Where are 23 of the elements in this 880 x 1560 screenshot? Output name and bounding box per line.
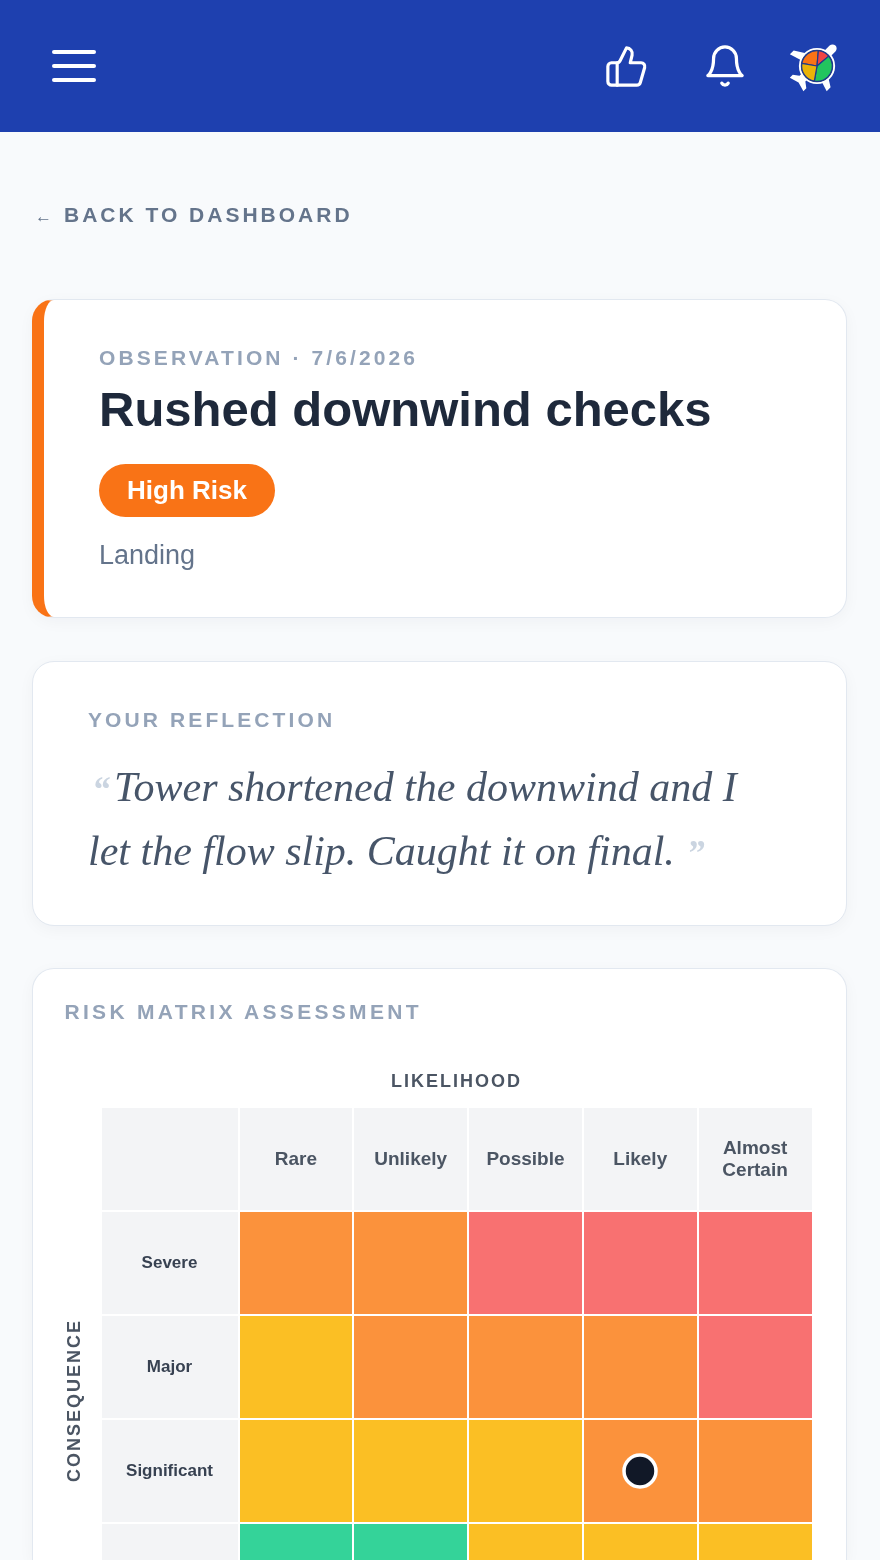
category-label: Landing xyxy=(99,539,196,571)
column-header: Likely xyxy=(583,1108,697,1210)
arrow-left-icon: ← xyxy=(35,205,52,229)
reflection-quote: “Tower shortened the downwind and I let the flow slip. Caught it on final. ” xyxy=(88,763,740,876)
thumbs-up-icon[interactable] xyxy=(606,45,647,87)
column-header: Possible xyxy=(469,1108,582,1210)
section-heading: RISK MATRIX ASSESSMENT xyxy=(64,1000,423,1024)
column-header: Almost Certain xyxy=(698,1108,812,1210)
column-header: Unlikely xyxy=(354,1108,468,1210)
row-header: Severe xyxy=(101,1212,238,1314)
row-header: Major xyxy=(101,1316,238,1418)
back-link[interactable]: ← BACK TO DASHBOARD xyxy=(35,203,353,229)
observation-title: Rushed downwind checks xyxy=(99,381,712,438)
column-header: Rare xyxy=(239,1108,353,1210)
bell-icon[interactable] xyxy=(705,45,745,87)
axis-label: CONSEQUENCE xyxy=(62,1319,85,1483)
row-header: Significant xyxy=(101,1420,238,1522)
observation-meta: OBSERVATION · 7/6/2026 xyxy=(99,346,419,370)
marker-dot-icon xyxy=(622,1453,659,1489)
section-heading: YOUR REFLECTION xyxy=(88,708,337,732)
risk-badge: High Risk xyxy=(99,464,275,517)
axis-label: LIKELIHOOD xyxy=(390,1070,523,1092)
menu-icon[interactable] xyxy=(52,50,96,82)
